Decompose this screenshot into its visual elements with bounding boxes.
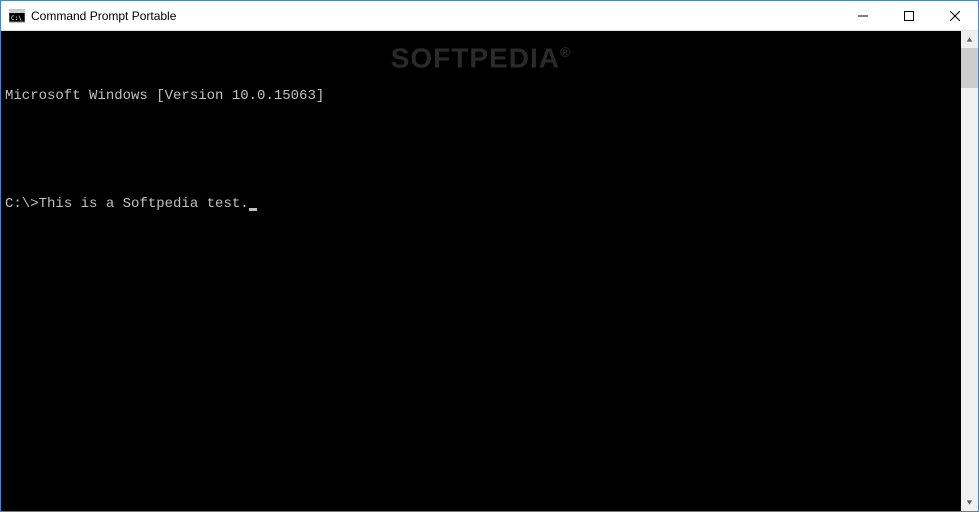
scroll-thumb[interactable]: [961, 48, 978, 88]
terminal-cursor: [249, 208, 257, 211]
window-controls: [840, 1, 978, 30]
app-icon: C:\: [9, 8, 25, 24]
scroll-down-button[interactable]: [961, 494, 978, 511]
minimize-button[interactable]: [840, 1, 886, 30]
watermark: SOFTPEDIA®: [391, 43, 572, 67]
window-title: Command Prompt Portable: [31, 9, 840, 23]
terminal-header-line: Microsoft Windows [Version 10.0.15063]: [5, 87, 957, 105]
terminal[interactable]: SOFTPEDIA® Microsoft Windows [Version 10…: [1, 31, 961, 511]
scroll-up-button[interactable]: [961, 31, 978, 48]
terminal-input: This is a Softpedia test.: [39, 195, 249, 213]
svg-text:C:\: C:\: [11, 15, 22, 22]
app-window: C:\ Command Prompt Portable SOFTPEDIA® M…: [0, 0, 979, 512]
titlebar[interactable]: C:\ Command Prompt Portable: [1, 1, 978, 31]
close-button[interactable]: [932, 1, 978, 30]
maximize-button[interactable]: [886, 1, 932, 30]
vertical-scrollbar[interactable]: [961, 31, 978, 511]
terminal-blank-line: [5, 141, 957, 159]
terminal-prompt: C:\>: [5, 195, 39, 213]
scroll-track[interactable]: [961, 48, 978, 494]
terminal-prompt-line: C:\>This is a Softpedia test.: [5, 195, 957, 213]
content-area: SOFTPEDIA® Microsoft Windows [Version 10…: [1, 31, 978, 511]
